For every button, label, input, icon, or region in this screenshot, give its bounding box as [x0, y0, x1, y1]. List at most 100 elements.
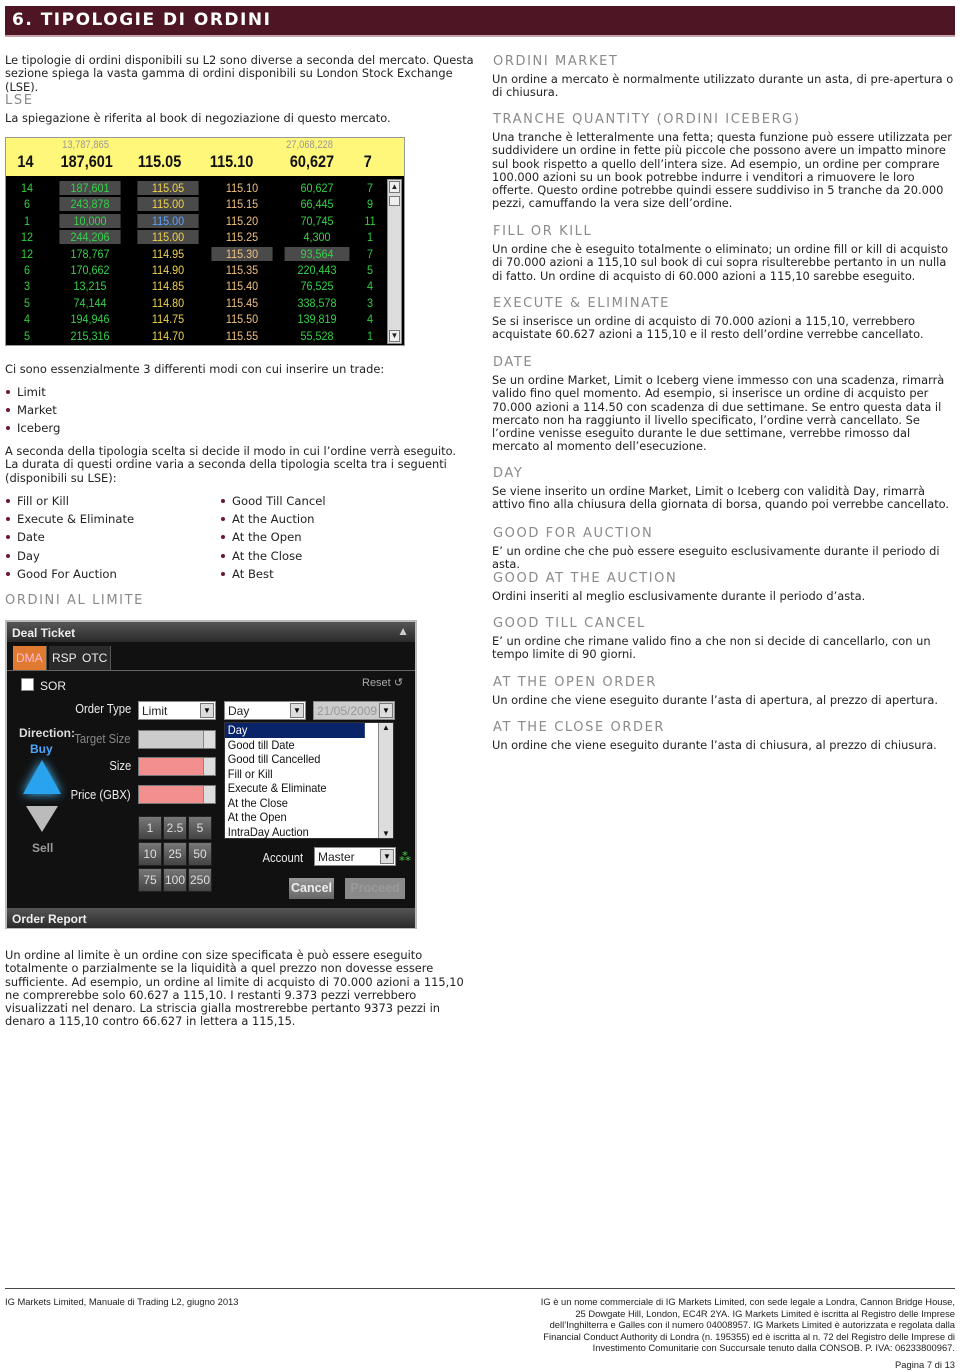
dropdown-option[interactable]: Day	[225, 723, 365, 738]
scroll-up-icon[interactable]: ▲	[389, 181, 400, 193]
cancel-button[interactable]: Cancel	[289, 878, 334, 899]
ask-price: 115.55	[225, 328, 259, 343]
dropdown-option[interactable]: Good till Cancelled	[225, 752, 365, 767]
bid-price: 114.80	[151, 295, 185, 310]
reset-label: Reset	[362, 677, 391, 689]
limit-text: Un ordine al limite è un ordine con size…	[5, 948, 464, 1029]
list-item: Good Till Cancel	[220, 492, 326, 510]
intro-text: Le tipologie di ordini disponibili su L2…	[5, 53, 474, 94]
reset-button[interactable]: Reset ↺	[362, 676, 403, 689]
dropdown-option[interactable]: At the Close	[225, 796, 365, 811]
bid-size: 244,206	[59, 230, 121, 245]
list-item: At the Open	[220, 528, 326, 546]
bid-price: 115.05	[137, 181, 199, 195]
modes-list: Limit Market Iceberg	[5, 383, 60, 438]
quick-size-button[interactable]: 1	[138, 816, 162, 840]
dropdown-option[interactable]: IntraDay Auction	[225, 825, 365, 840]
collapse-icon[interactable]: ▲	[397, 624, 409, 638]
quick-size-button[interactable]: 10	[138, 842, 162, 866]
section-heading: ORDINI MARKET	[493, 54, 619, 69]
sell-label: Sell	[32, 841, 54, 855]
quick-size-button[interactable]: 75	[138, 868, 162, 892]
ask-size: 139,819	[297, 312, 337, 327]
section-heading: AT THE CLOSE ORDER	[493, 720, 666, 735]
bid-orders: 14	[20, 181, 34, 195]
validity-dropdown-list[interactable]: Day Good till Date Good till Cancelled Fill…	[224, 722, 394, 839]
ask-orders: 3	[366, 295, 374, 310]
dropdown-scrollbar[interactable]: ▲ ▼	[378, 723, 393, 838]
scroll-up-icon[interactable]: ▲	[379, 723, 393, 732]
ask-size: 55,528	[300, 328, 334, 343]
quick-size-button[interactable]: 25	[163, 842, 187, 866]
section-text: Una tranche è letteralmente una fetta; q…	[492, 130, 952, 211]
section-heading: EXECUTE & ELIMINATE	[493, 296, 670, 311]
order-type-select[interactable]: Limit ▼	[138, 701, 216, 720]
date-select: 21/05/2009 ▼	[313, 701, 395, 720]
order-report-bar[interactable]: Order Report	[7, 908, 415, 928]
size-input[interactable]	[138, 757, 216, 776]
scroll-thumb[interactable]	[389, 196, 400, 206]
quick-size-button[interactable]: 2.5	[163, 816, 187, 840]
ask-orders: 11	[364, 213, 376, 228]
durations-list-2: Good Till Cancel At the Auction At the O…	[220, 492, 326, 583]
section-heading: GOOD AT THE AUCTION	[493, 571, 678, 586]
section-heading: TRANCHE QUANTITY (ORDINI ICEBERG)	[493, 112, 801, 127]
ask-size: 60,627	[300, 181, 334, 195]
order-book-row: 6 170,662 114.90 115.35 220,443 5	[6, 262, 386, 278]
quick-size-button[interactable]: 5	[188, 816, 212, 840]
price-stepper[interactable]	[203, 786, 215, 803]
bid-size: 194,946	[70, 312, 110, 327]
tab-rsp[interactable]: RSP	[49, 646, 81, 670]
account-people-icon[interactable]: ⁂	[399, 850, 411, 864]
chevron-down-icon: ▼	[290, 703, 304, 718]
ask-orders: 5	[366, 263, 374, 277]
order-book-image: 14 13,787,865 187,601 115.05 115.10 27,0…	[5, 137, 405, 346]
section-text: E’ un ordine che che può essere eseguito…	[492, 544, 940, 572]
quick-size-button[interactable]: 100	[163, 868, 187, 892]
ask-size: 66,445	[300, 197, 334, 212]
tab-dma[interactable]: DMA	[13, 646, 47, 670]
order-book-row: 1 10,000 115.00 115.20 70,745 11	[6, 213, 386, 229]
bid-orders: 5	[23, 295, 31, 310]
dropdown-option[interactable]: At the Open	[225, 810, 365, 825]
list-item: Iceberg	[5, 419, 60, 437]
list-item: Day	[5, 547, 134, 565]
quick-size-button[interactable]: 250	[188, 868, 212, 892]
bid-orders: 5	[23, 328, 31, 343]
ask-price: 115.15	[225, 197, 259, 212]
size-label: Size	[109, 759, 131, 773]
validity-select[interactable]: Day ▼	[224, 701, 306, 720]
bid-orders: 1	[23, 213, 31, 228]
quick-size-button[interactable]: 50	[188, 842, 212, 866]
tab-otc[interactable]: OTC	[79, 646, 112, 670]
order-book-scrollbar[interactable]: ▲ ▼	[387, 179, 402, 344]
account-label: Account	[262, 851, 303, 865]
bid-size: 187,601	[59, 181, 121, 195]
ask-size: 4,300	[303, 230, 331, 245]
section-text: Se viene inserito un ordine Market, Limi…	[492, 484, 950, 512]
sor-checkbox[interactable]	[21, 678, 34, 691]
size-stepper[interactable]	[203, 758, 215, 775]
buy-arrow-icon[interactable]	[23, 760, 61, 794]
bid-volume: 187,601	[60, 152, 113, 171]
bid-orders: 12	[20, 246, 34, 261]
dropdown-option[interactable]: Fill or Kill	[225, 767, 365, 782]
list-item: Market	[5, 401, 60, 419]
order-book-row: 5 74,144 114.80 115.45 338,578 3	[6, 295, 386, 311]
scroll-down-icon[interactable]: ▼	[389, 330, 400, 342]
lse-heading: LSE	[5, 93, 34, 108]
account-select[interactable]: Master ▼	[314, 847, 396, 866]
sell-arrow-icon[interactable]	[26, 806, 58, 832]
section-heading: GOOD FOR AUCTION	[493, 526, 654, 541]
dropdown-option[interactable]: Good till Date	[225, 738, 365, 753]
ask-size: 76,525	[300, 279, 334, 294]
bid-price: 114.95	[151, 246, 185, 261]
order-book-row: 14 187,601 115.05 115.10 60,627 7	[6, 180, 386, 196]
validity-value: Day	[228, 704, 250, 718]
list-item: Date	[5, 528, 134, 546]
scroll-down-icon[interactable]: ▼	[379, 829, 393, 838]
footer-legal: IG è un nome commerciale di IG Markets L…	[540, 1296, 955, 1354]
price-input[interactable]	[138, 785, 216, 804]
ask-price: 115.45	[225, 295, 259, 310]
dropdown-option[interactable]: Execute & Eliminate	[225, 781, 365, 796]
